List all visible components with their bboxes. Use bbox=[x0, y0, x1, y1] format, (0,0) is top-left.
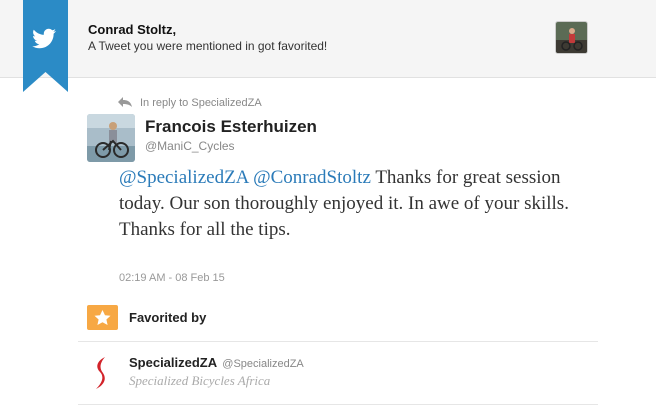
favoriter-entry[interactable]: SpecializedZA @SpecializedZA bbox=[129, 355, 304, 370]
author-handle[interactable]: @ManiC_Cycles bbox=[145, 139, 235, 153]
divider bbox=[78, 404, 598, 405]
favorite-badge bbox=[87, 305, 118, 330]
notification-header: Conrad Stoltz, A Tweet you were mentione… bbox=[0, 0, 656, 92]
divider bbox=[78, 341, 598, 342]
favoriter-handle[interactable]: @SpecializedZA bbox=[222, 358, 303, 370]
favoriter-bio: Specialized Bicycles Africa bbox=[129, 373, 271, 388]
star-icon bbox=[94, 310, 111, 325]
recipient-avatar[interactable] bbox=[555, 21, 588, 54]
tweet-text: @SpecializedZA @ConradStoltz Thanks for … bbox=[119, 165, 579, 243]
reply-context-text: In reply to SpecializedZA bbox=[140, 97, 262, 109]
twitter-ribbon bbox=[23, 0, 68, 92]
twitter-bird-icon bbox=[23, 0, 68, 92]
favoriter-avatar[interactable] bbox=[92, 355, 110, 391]
reply-context[interactable]: In reply to SpecializedZA bbox=[118, 97, 262, 109]
mention-link[interactable]: @ConradStoltz bbox=[253, 167, 371, 188]
tweet-timestamp[interactable]: 02:19 AM - 08 Feb 15 bbox=[119, 272, 225, 284]
notification-message: A Tweet you were mentioned in got favori… bbox=[88, 39, 328, 53]
favoriter-name[interactable]: SpecializedZA bbox=[129, 355, 217, 370]
author-avatar[interactable] bbox=[87, 114, 135, 162]
mention-link[interactable]: @SpecializedZA bbox=[119, 167, 248, 188]
recipient-name: Conrad Stoltz, bbox=[88, 22, 177, 37]
author-name[interactable]: Francois Esterhuizen bbox=[145, 117, 317, 137]
reply-arrow-icon bbox=[118, 97, 132, 107]
specialized-s-logo-icon bbox=[96, 357, 105, 389]
favorited-by-label: Favorited by bbox=[129, 310, 207, 325]
